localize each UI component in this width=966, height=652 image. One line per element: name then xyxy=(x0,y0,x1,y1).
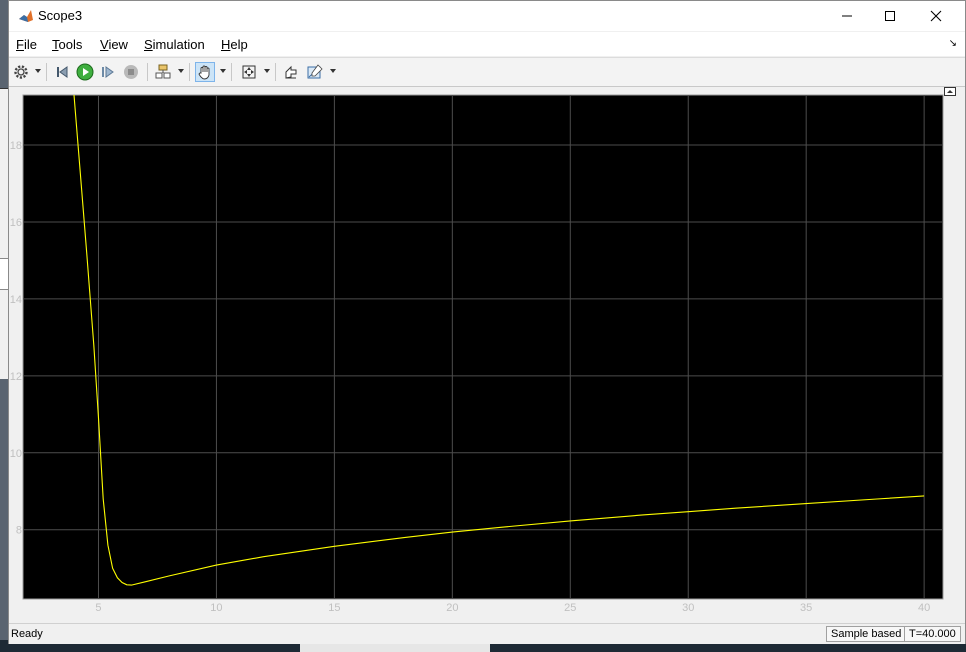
x-tick-label: 25 xyxy=(564,602,576,614)
step-back-icon xyxy=(57,66,68,78)
cursor-measure-icon xyxy=(307,64,323,79)
x-tick-label: 10 xyxy=(210,602,222,614)
cursor-measure-button[interactable] xyxy=(305,62,325,82)
window-title: Scope3 xyxy=(38,8,83,23)
settings-icon xyxy=(14,65,28,79)
highlight-block-icon xyxy=(155,64,171,79)
status-ready-text: Ready xyxy=(11,628,43,640)
x-tick-label: 35 xyxy=(800,602,812,614)
measure-dropdown-icon[interactable] xyxy=(330,69,336,73)
y-tick-label: 10 xyxy=(10,448,22,460)
zoom-fit-button[interactable] xyxy=(239,62,259,82)
y-tick-label: 12 xyxy=(10,371,22,383)
menu-bar: File Tools View Simulation Help ↘ xyxy=(9,32,965,56)
step-back-button[interactable] xyxy=(52,62,72,82)
zoom-fit-icon xyxy=(242,65,256,79)
menu-help[interactable]: Help xyxy=(221,37,248,52)
minimize-button[interactable] xyxy=(824,1,870,31)
matlab-logo-icon xyxy=(18,8,34,24)
restore-view-icon xyxy=(285,65,297,79)
restore-view-button[interactable] xyxy=(281,62,301,82)
run-button[interactable] xyxy=(75,62,95,82)
close-icon xyxy=(930,10,942,22)
simulation-time-indicator: T=40.000 xyxy=(904,626,961,642)
sample-mode-indicator: Sample based xyxy=(826,626,907,642)
minimize-icon xyxy=(842,15,852,17)
background-window-fragment xyxy=(0,258,8,290)
title-bar[interactable]: Scope3 xyxy=(9,1,965,31)
settings-button[interactable] xyxy=(11,62,31,82)
y-tick-label: 16 xyxy=(10,217,22,229)
menu-view[interactable]: View xyxy=(100,37,128,52)
toolbar-separator xyxy=(46,63,47,81)
y-tick-label: 18 xyxy=(10,140,22,152)
pan-button[interactable] xyxy=(195,62,215,82)
x-tick-label: 5 xyxy=(95,602,101,614)
x-tick-label: 15 xyxy=(328,602,340,614)
undock-axes-icon[interactable] xyxy=(944,87,956,96)
toolbar-separator xyxy=(189,63,190,81)
menu-file[interactable]: File xyxy=(16,37,37,52)
y-tick-label: 14 xyxy=(10,294,22,306)
step-forward-button[interactable] xyxy=(98,62,118,82)
zoom-dropdown-icon[interactable] xyxy=(264,69,270,73)
settings-dropdown-icon[interactable] xyxy=(35,69,41,73)
run-icon xyxy=(76,63,94,81)
toolbar-separator xyxy=(147,63,148,81)
scope-window: Scope3 File Tools View Simulation Help ↘ xyxy=(8,0,966,644)
toolbar xyxy=(9,57,965,87)
dock-arrow-icon[interactable]: ↘ xyxy=(949,38,957,49)
stop-button[interactable] xyxy=(121,62,141,82)
toolbar-separator xyxy=(275,63,276,81)
pan-dropdown-icon[interactable] xyxy=(220,69,226,73)
highlight-block-button[interactable] xyxy=(153,62,173,82)
axes-background xyxy=(22,94,944,600)
plot-panel: 5 10 15 20 25 30 35 40 8 10 12 14 16 18 xyxy=(9,87,965,618)
scope-plot[interactable]: 5 10 15 20 25 30 35 40 8 10 12 14 16 18 xyxy=(9,87,965,618)
y-tick-label: 8 xyxy=(16,525,22,537)
highlight-dropdown-icon[interactable] xyxy=(178,69,184,73)
step-forward-icon xyxy=(102,66,114,78)
menu-tools[interactable]: Tools xyxy=(52,37,82,52)
x-tick-label: 30 xyxy=(682,602,694,614)
maximize-button[interactable] xyxy=(867,1,913,31)
toolbar-separator xyxy=(231,63,232,81)
status-bar: Ready Sample based T=40.000 xyxy=(9,623,965,644)
pan-hand-icon xyxy=(198,65,210,80)
x-tick-label: 40 xyxy=(918,602,930,614)
maximize-icon xyxy=(885,11,895,21)
close-button[interactable] xyxy=(913,1,959,31)
stop-icon xyxy=(124,65,138,79)
x-tick-label: 20 xyxy=(446,602,458,614)
menu-simulation[interactable]: Simulation xyxy=(144,37,205,52)
background-window-fragment xyxy=(0,88,8,379)
